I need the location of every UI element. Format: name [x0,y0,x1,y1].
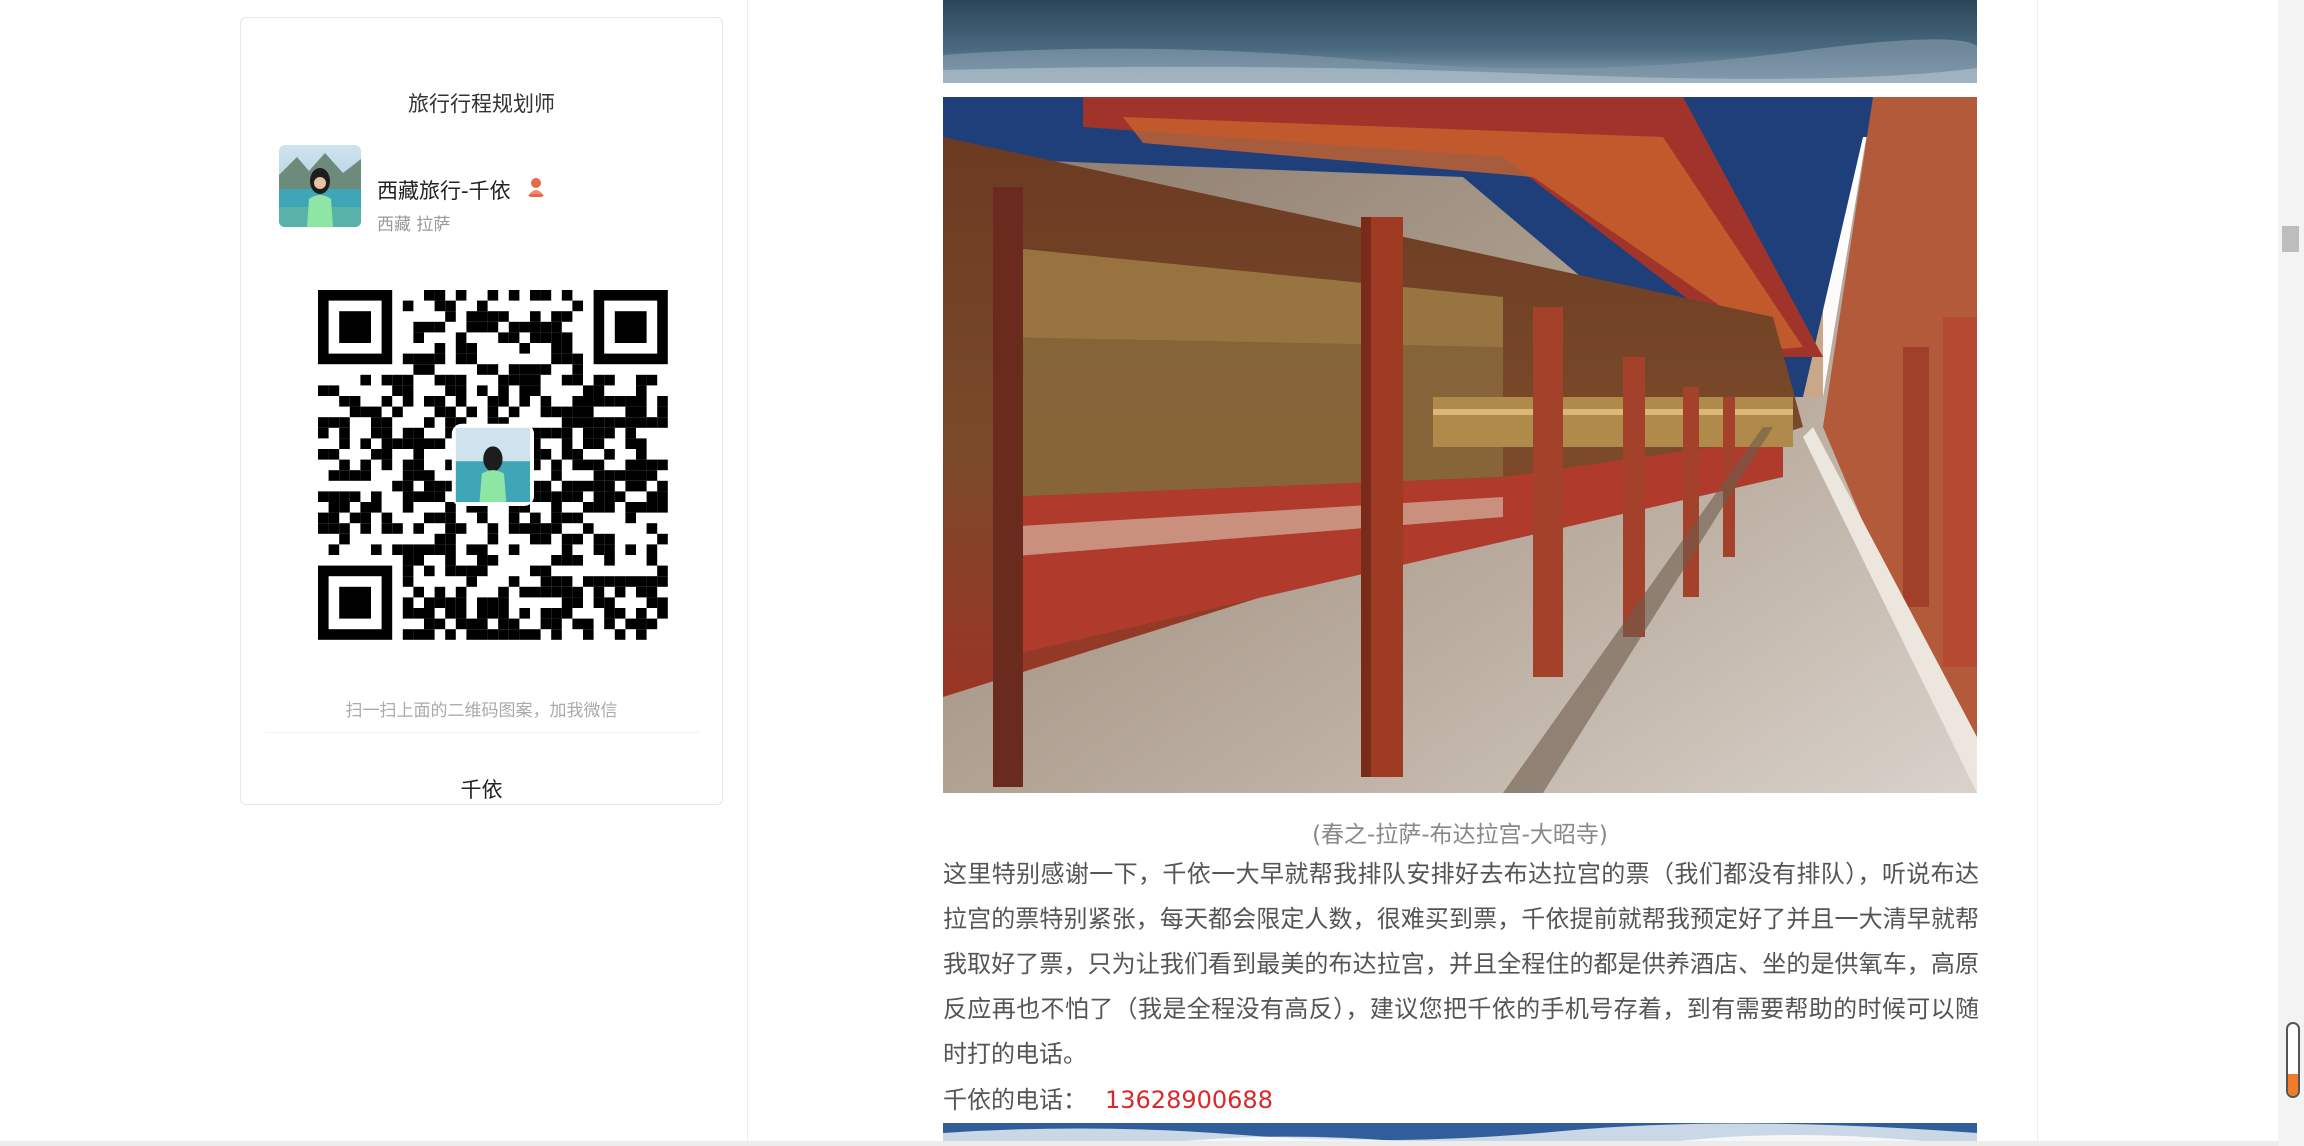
card-footer-name: 千依 [460,778,503,802]
card-divider [265,732,699,733]
article-column: (春之-拉萨-布达拉宫-大昭寺) 这里特别感谢一下，千依一大早就帮我排队安排好去… [748,0,2038,1146]
wechat-qr-code [306,266,678,653]
contact-card: 旅行行程规划师 西藏旅行-千依 西藏 拉萨 扫一扫上面的二维码图案，加我微信 千… [240,17,723,805]
article-paragraph: 这里特别感谢一下，千依一大早就帮我排队安排好去布达拉宫的票（我们都没有排队），听… [943,860,1979,1068]
profile-location: 西藏 拉萨 [377,215,451,235]
phone-number-link[interactable]: 13628900688 [1105,1086,1273,1114]
scroll-progress-indicator[interactable] [2286,1022,2300,1098]
sky-photo-top [943,0,1977,83]
avatar[interactable] [279,145,361,227]
vertical-scrollbar[interactable] [2278,0,2304,1146]
scrollbar-thumb[interactable] [2282,226,2299,252]
phone-label: 千依的电话： [943,1086,1087,1114]
profile-name: 西藏旅行-千依 [377,179,511,203]
female-person-icon [525,176,547,198]
qr-hint: 扫一扫上面的二维码图案，加我微信 [345,701,618,721]
card-title: 旅行行程规划师 [408,92,555,116]
phone-line: 千依的电话： 13628900688 [943,1078,1273,1123]
horizontal-scroll-strip [0,1141,2278,1146]
temple-corridor-photo [943,97,1977,793]
photo-caption: (春之-拉萨-布达拉宫-大昭寺) [1312,822,1608,848]
left-sidebar: 旅行行程规划师 西藏旅行-千依 西藏 拉萨 扫一扫上面的二维码图案，加我微信 千… [0,0,748,1146]
scroll-progress-fill [2288,1074,2298,1096]
